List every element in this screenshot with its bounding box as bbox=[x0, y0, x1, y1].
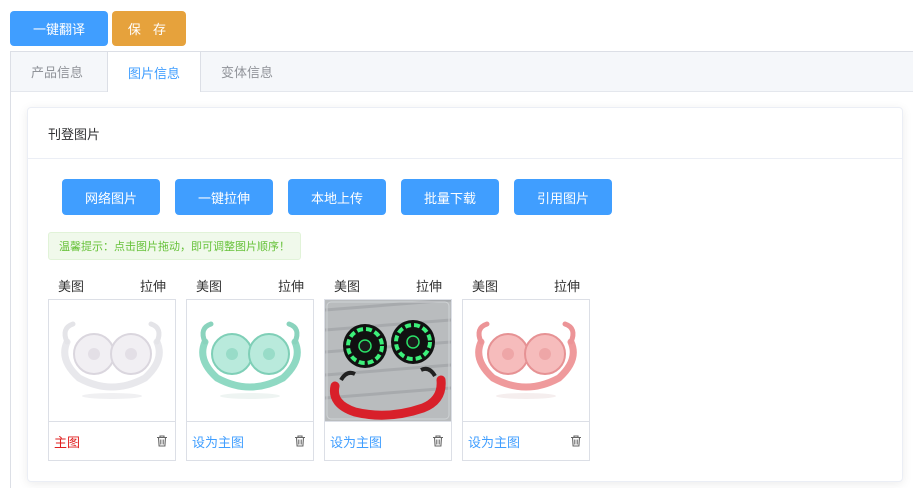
tab-variant-info[interactable]: 变体信息 bbox=[201, 52, 293, 91]
trash-icon[interactable] bbox=[569, 434, 583, 448]
stretch-link[interactable]: 拉伸 bbox=[140, 276, 166, 295]
main-image-label: 主图 bbox=[54, 435, 81, 451]
batch-download-button[interactable]: 批量下载 bbox=[401, 179, 499, 215]
trash-icon[interactable] bbox=[431, 434, 445, 448]
beautify-link[interactable]: 美图 bbox=[58, 276, 84, 295]
image-item-toolbar: 美图 拉伸 bbox=[48, 271, 176, 299]
set-main-image-link[interactable]: 设为主图 bbox=[192, 432, 244, 451]
product-thumbnail[interactable] bbox=[49, 300, 175, 422]
image-item-footer: 设为主图 bbox=[463, 422, 589, 460]
network-image-button[interactable]: 网络图片 bbox=[62, 179, 160, 215]
image-box[interactable]: 设为主图 bbox=[186, 299, 314, 461]
image-actions: 网络图片 一键拉伸 本地上传 批量下载 引用图片 bbox=[62, 179, 612, 215]
stretch-link[interactable]: 拉伸 bbox=[278, 276, 304, 295]
reference-image-button[interactable]: 引用图片 bbox=[514, 179, 612, 215]
save-button[interactable]: 保 存 bbox=[112, 11, 186, 46]
trash-icon[interactable] bbox=[293, 434, 307, 448]
beautify-link[interactable]: 美图 bbox=[472, 276, 498, 295]
tab-product-info[interactable]: 产品信息 bbox=[11, 52, 107, 91]
image-item-footer: 设为主图 bbox=[325, 422, 451, 460]
image-item-toolbar: 美图 拉伸 bbox=[324, 271, 452, 299]
reorder-tip: 温馨提示：点击图片拖动，即可调整图片顺序！ bbox=[48, 232, 301, 260]
image-item: 美图 拉伸 设为主图 bbox=[324, 271, 452, 461]
tabs-container: 产品信息 图片信息 变体信息 刊登图片 网络图片 一键拉伸 本地上传 批量下载 … bbox=[10, 51, 913, 488]
beautify-link[interactable]: 美图 bbox=[196, 276, 222, 295]
set-main-image-link[interactable]: 设为主图 bbox=[468, 432, 520, 451]
one-click-translate-button[interactable]: 一键翻译 bbox=[10, 11, 108, 46]
image-box[interactable]: 设为主图 bbox=[324, 299, 452, 461]
product-thumbnail[interactable] bbox=[187, 300, 313, 422]
local-upload-button[interactable]: 本地上传 bbox=[288, 179, 386, 215]
top-toolbar: 一键翻译 保 存 bbox=[10, 11, 186, 46]
image-item-toolbar: 美图 拉伸 bbox=[186, 271, 314, 299]
image-item: 美图 拉伸 设为主图 bbox=[186, 271, 314, 461]
image-item: 美图 拉伸 主图 bbox=[48, 271, 176, 461]
image-item-toolbar: 美图 拉伸 bbox=[462, 271, 590, 299]
tabs-header: 产品信息 图片信息 变体信息 bbox=[11, 52, 913, 92]
one-click-stretch-button[interactable]: 一键拉伸 bbox=[175, 179, 273, 215]
image-box[interactable]: 设为主图 bbox=[462, 299, 590, 461]
product-thumbnail[interactable] bbox=[325, 300, 451, 422]
image-box[interactable]: 主图 bbox=[48, 299, 176, 461]
image-item: 美图 拉伸 设为主图 bbox=[462, 271, 590, 461]
image-item-footer: 设为主图 bbox=[187, 422, 313, 460]
card-title: 刊登图片 bbox=[28, 108, 902, 159]
stretch-link[interactable]: 拉伸 bbox=[554, 276, 580, 295]
product-thumbnail[interactable] bbox=[463, 300, 589, 422]
set-main-image-link[interactable]: 设为主图 bbox=[330, 432, 382, 451]
beautify-link[interactable]: 美图 bbox=[334, 276, 360, 295]
stretch-link[interactable]: 拉伸 bbox=[416, 276, 442, 295]
tab-image-info[interactable]: 图片信息 bbox=[107, 52, 202, 92]
trash-icon[interactable] bbox=[155, 434, 169, 448]
image-list: 美图 拉伸 主图 美图 拉伸 设为主图 美图 拉伸 设为主图 美图 拉伸 设为主… bbox=[48, 271, 590, 461]
image-item-footer: 主图 bbox=[49, 422, 175, 460]
listing-images-card: 刊登图片 网络图片 一键拉伸 本地上传 批量下载 引用图片 温馨提示：点击图片拖… bbox=[27, 107, 903, 482]
